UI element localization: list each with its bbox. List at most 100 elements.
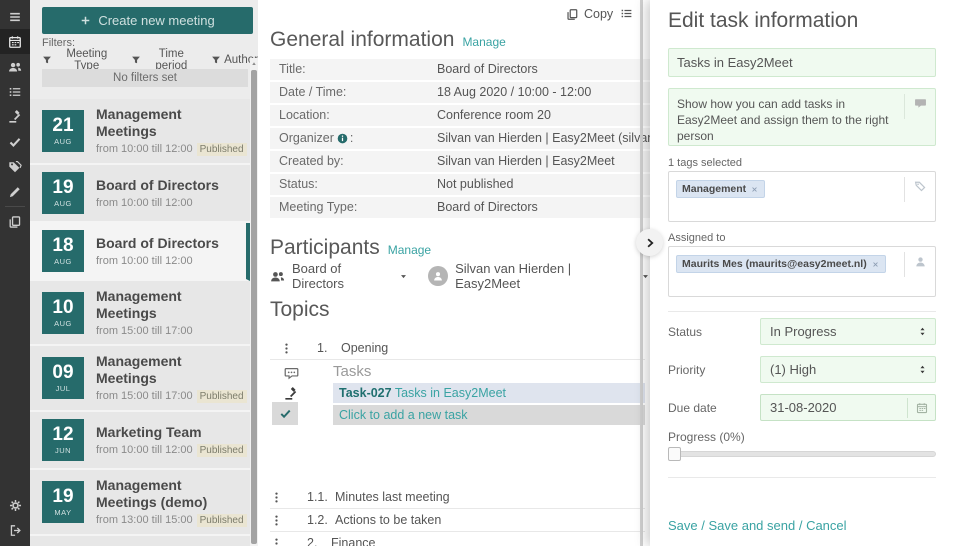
meeting-detail-panel: Copy General information Manage Title: Bo… (258, 0, 650, 546)
sidebar-item-tags[interactable] (0, 154, 30, 179)
meeting-date-badge: 18 AUG (42, 230, 84, 272)
meeting-title: Board of Directors (96, 235, 219, 251)
priority-label: Priority (668, 363, 706, 377)
meeting-month: JUL (55, 384, 71, 393)
published-badge: Published (196, 143, 247, 156)
status-select[interactable]: In Progress (760, 318, 936, 345)
tag-chip[interactable]: Management (676, 180, 766, 198)
sidebar-item-check[interactable] (0, 129, 30, 154)
topics-heading: Topics (270, 298, 330, 321)
general-info-header: General information Manage (270, 28, 506, 52)
task-title-input[interactable] (668, 48, 936, 77)
attendee-dropdown[interactable]: Silvan van Hierden | Easy2Meet (455, 261, 650, 291)
meeting-time: from 10:00 till 12:00 (96, 197, 193, 209)
save-link[interactable]: Save (668, 518, 698, 533)
scrollbar-track[interactable] (250, 58, 258, 546)
save-and-send-link[interactable]: Save and send (708, 518, 795, 533)
gavel-icon (284, 387, 298, 401)
list-view-button[interactable] (620, 7, 633, 20)
sidebar-item-gear[interactable] (0, 493, 30, 518)
meeting-day: 18 (52, 235, 74, 256)
comments-button[interactable] (278, 362, 304, 384)
task-item[interactable]: Task-027 Tasks in Easy2Meet (333, 383, 645, 403)
topic-row[interactable]: 1. Opening (270, 337, 645, 360)
sidebar-bottom-items (0, 493, 30, 543)
sidebar-item-pencil[interactable] (0, 179, 30, 204)
collapse-panel-button[interactable] (636, 229, 663, 256)
sidebar-item-calendar[interactable] (0, 29, 30, 54)
meeting-list-item[interactable]: 09 JUL Management Meetings from 15:00 till … (30, 346, 250, 412)
cancel-link[interactable]: Cancel (806, 518, 846, 533)
add-task-button[interactable]: Click to add a new task (333, 405, 645, 425)
published-badge: Published (196, 443, 247, 457)
comment-icon[interactable] (914, 97, 927, 110)
status-value: In Progress (770, 324, 837, 339)
gavel-icon (8, 109, 22, 124)
meeting-list-item[interactable]: 19 AUG Board of Directors from 10:00 till 1… (30, 165, 250, 223)
info-value: Board of Directors (437, 200, 538, 214)
meeting-list-item[interactable]: 12 JUN Marketing Team from 10:00 till 12:00… (30, 412, 250, 470)
sidebar-divider (5, 206, 25, 207)
meeting-list-item[interactable]: 19 MAY Management Meetings (demo) from 13:0… (30, 470, 250, 536)
remove-icon[interactable] (750, 185, 759, 194)
tags-field[interactable]: Management (668, 171, 936, 222)
menu-icon (8, 10, 22, 24)
meeting-title: Management Meetings (demo) (96, 477, 208, 510)
drag-handle-icon[interactable] (270, 491, 283, 504)
funnel-icon (211, 55, 221, 65)
meeting-day: 09 (52, 362, 74, 383)
copy-meeting-button[interactable]: Copy (566, 7, 613, 21)
remove-icon[interactable] (871, 260, 880, 269)
assignee-chip[interactable]: Maurits Mes (maurits@easy2meet.nl) (676, 255, 886, 273)
due-date-input[interactable]: 31-08-2020 (760, 394, 936, 421)
meeting-list-item[interactable]: 21 AUG Management Meetings from 10:00 till … (30, 99, 250, 165)
meeting-date-badge: 12 JUN (42, 419, 84, 461)
drag-handle-icon[interactable] (270, 537, 283, 546)
list-icon (8, 85, 22, 99)
topics-list: 1. Opening Tasks Task-027 Tasks in Easy2… (270, 337, 645, 546)
person-icon (914, 255, 927, 268)
meeting-date-badge: 10 AUG (42, 291, 84, 334)
manage-general-link[interactable]: Manage (462, 35, 505, 49)
scroll-up-icon[interactable] (250, 60, 258, 68)
priority-value: (1) High (770, 362, 817, 377)
sidebar-item-menu[interactable] (0, 4, 30, 29)
meeting-list-item[interactable]: 14MAYManagement Meetingsfrom 10:00 till … (30, 536, 250, 546)
info-row: Created by: Silvan van Hierden | Easy2Mee… (270, 151, 650, 172)
meeting-list-item[interactable]: 18 AUG Board of Directors from 10:00 till 1… (30, 223, 250, 281)
calendar-icon[interactable] (916, 402, 928, 414)
meeting-month: AUG (54, 137, 72, 146)
drag-handle-icon[interactable] (280, 342, 293, 355)
topic-row[interactable]: 2. Finance (270, 532, 645, 546)
divider (668, 311, 936, 312)
manage-participants-link[interactable]: Manage (388, 243, 431, 257)
sidebar-item-list[interactable] (0, 79, 30, 104)
info-icon[interactable] (337, 133, 348, 144)
drag-handle-icon[interactable] (270, 514, 283, 527)
progress-slider-handle[interactable] (668, 447, 681, 461)
topic-row[interactable]: 1.2. Actions to be taken (270, 509, 645, 532)
task-description-field[interactable]: Show how you can add tasks in Easy2Meet … (668, 88, 936, 146)
detail-scrollbar[interactable] (640, 0, 643, 546)
scrollbar-thumb[interactable] (251, 70, 257, 544)
assigned-field[interactable]: Maurits Mes (maurits@easy2meet.nl) (668, 246, 936, 297)
sidebar-item-users[interactable] (0, 54, 30, 79)
topic-row[interactable]: 1.1. Minutes last meeting (270, 486, 645, 509)
chip-label: Maurits Mes (maurits@easy2meet.nl) (682, 258, 867, 270)
create-meeting-label: Create new meeting (98, 13, 215, 28)
sidebar-item-copy[interactable] (0, 209, 30, 234)
sidebar-item-gavel[interactable] (0, 104, 30, 129)
priority-select[interactable]: (1) High (760, 356, 936, 383)
group-dropdown[interactable]: Board of Directors (292, 261, 408, 291)
info-value: Conference room 20 (437, 108, 551, 122)
chevron-right-icon (644, 237, 656, 249)
create-meeting-button[interactable]: Create new meeting (42, 7, 253, 34)
published-badge: Published (196, 514, 247, 527)
no-filters-banner: No filters set (42, 69, 248, 87)
tag-chip-list: Management (676, 179, 766, 198)
sidebar-item-sign-out[interactable] (0, 518, 30, 543)
meeting-list-item[interactable]: 10 AUG Management Meetings from 15:00 till … (30, 281, 250, 346)
progress-slider-track[interactable] (668, 451, 936, 457)
meeting-day: 21 (52, 115, 74, 136)
tasks-button[interactable] (272, 402, 298, 425)
